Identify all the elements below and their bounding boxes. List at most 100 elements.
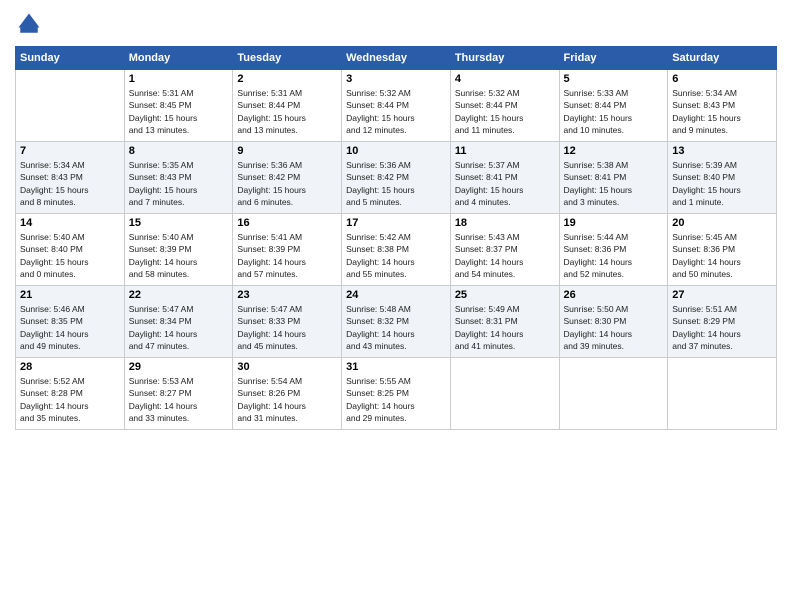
day-info: Sunrise: 5:43 AM Sunset: 8:37 PM Dayligh… — [455, 231, 555, 280]
day-number: 19 — [564, 217, 664, 229]
calendar-cell: 18 Sunrise: 5:43 AM Sunset: 8:37 PM Dayli… — [450, 214, 559, 286]
calendar-cell: 23 Sunrise: 5:47 AM Sunset: 8:33 PM Dayli… — [233, 286, 342, 358]
calendar-cell: 3 Sunrise: 5:32 AM Sunset: 8:44 PM Daylig… — [342, 70, 451, 142]
day-info: Sunrise: 5:47 AM Sunset: 8:34 PM Dayligh… — [129, 303, 229, 352]
calendar-cell: 26 Sunrise: 5:50 AM Sunset: 8:30 PM Dayli… — [559, 286, 668, 358]
day-header-sunday: Sunday — [16, 47, 125, 70]
day-info: Sunrise: 5:51 AM Sunset: 8:29 PM Dayligh… — [672, 303, 772, 352]
calendar-cell: 7 Sunrise: 5:34 AM Sunset: 8:43 PM Daylig… — [16, 142, 125, 214]
calendar-cell: 14 Sunrise: 5:40 AM Sunset: 8:40 PM Dayli… — [16, 214, 125, 286]
day-info: Sunrise: 5:48 AM Sunset: 8:32 PM Dayligh… — [346, 303, 446, 352]
calendar-cell: 24Sunrise: 5:48 AM Sunset: 8:32 PM Dayli… — [342, 286, 451, 358]
day-number: 20 — [672, 217, 772, 229]
day-number: 17 — [346, 217, 446, 229]
day-info: Sunrise: 5:55 AM Sunset: 8:25 PM Dayligh… — [346, 375, 446, 424]
calendar-cell: 6 Sunrise: 5:34 AM Sunset: 8:43 PM Daylig… — [668, 70, 777, 142]
calendar-cell: 21Sunrise: 5:46 AM Sunset: 8:35 PM Dayli… — [16, 286, 125, 358]
day-number: 29 — [129, 361, 229, 373]
day-number: 31 — [346, 361, 446, 373]
day-info: Sunrise: 5:31 AM Sunset: 8:44 PM Dayligh… — [237, 87, 337, 136]
day-info: Sunrise: 5:35 AM Sunset: 8:43 PM Dayligh… — [129, 159, 229, 208]
day-number: 10 — [346, 145, 446, 157]
calendar-week-row: 1 Sunrise: 5:31 AM Sunset: 8:45 PM Daylig… — [16, 70, 777, 142]
day-number: 7 — [20, 145, 120, 157]
day-header-monday: Monday — [124, 47, 233, 70]
day-info: Sunrise: 5:38 AM Sunset: 8:41 PM Dayligh… — [564, 159, 664, 208]
calendar-cell: 1 Sunrise: 5:31 AM Sunset: 8:45 PM Daylig… — [124, 70, 233, 142]
day-info: Sunrise: 5:36 AM Sunset: 8:42 PM Dayligh… — [346, 159, 446, 208]
day-number: 18 — [455, 217, 555, 229]
day-info: Sunrise: 5:52 AM Sunset: 8:28 PM Dayligh… — [20, 375, 120, 424]
calendar-cell: 12 Sunrise: 5:38 AM Sunset: 8:41 PM Dayli… — [559, 142, 668, 214]
day-number: 2 — [237, 73, 337, 85]
day-number: 8 — [129, 145, 229, 157]
day-info: Sunrise: 5:40 AM Sunset: 8:39 PM Dayligh… — [129, 231, 229, 280]
logo — [15, 10, 47, 38]
day-number: 6 — [672, 73, 772, 85]
calendar-table: SundayMondayTuesdayWednesdayThursdayFrid… — [15, 46, 777, 430]
day-info: Sunrise: 5:31 AM Sunset: 8:45 PM Dayligh… — [129, 87, 229, 136]
day-number: 11 — [455, 145, 555, 157]
day-info: Sunrise: 5:45 AM Sunset: 8:36 PM Dayligh… — [672, 231, 772, 280]
day-number: 30 — [237, 361, 337, 373]
day-info: Sunrise: 5:47 AM Sunset: 8:33 PM Dayligh… — [237, 303, 337, 352]
calendar-cell — [668, 358, 777, 430]
day-info: Sunrise: 5:32 AM Sunset: 8:44 PM Dayligh… — [455, 87, 555, 136]
calendar-cell: 31 Sunrise: 5:55 AM Sunset: 8:25 PM Dayli… — [342, 358, 451, 430]
calendar-cell: 11Sunrise: 5:37 AM Sunset: 8:41 PM Dayli… — [450, 142, 559, 214]
day-header-thursday: Thursday — [450, 47, 559, 70]
calendar-cell: 17 Sunrise: 5:42 AM Sunset: 8:38 PM Dayli… — [342, 214, 451, 286]
calendar-cell: 20 Sunrise: 5:45 AM Sunset: 8:36 PM Dayli… — [668, 214, 777, 286]
day-number: 14 — [20, 217, 120, 229]
calendar-cell: 29 Sunrise: 5:53 AM Sunset: 8:27 PM Dayli… — [124, 358, 233, 430]
calendar-cell: 16Sunrise: 5:41 AM Sunset: 8:39 PM Dayli… — [233, 214, 342, 286]
calendar-cell: 27 Sunrise: 5:51 AM Sunset: 8:29 PM Dayli… — [668, 286, 777, 358]
day-info: Sunrise: 5:53 AM Sunset: 8:27 PM Dayligh… — [129, 375, 229, 424]
day-number: 12 — [564, 145, 664, 157]
day-number: 5 — [564, 73, 664, 85]
calendar-week-row: 21Sunrise: 5:46 AM Sunset: 8:35 PM Dayli… — [16, 286, 777, 358]
day-number: 1 — [129, 73, 229, 85]
day-info: Sunrise: 5:41 AM Sunset: 8:39 PM Dayligh… — [237, 231, 337, 280]
calendar-cell: 9Sunrise: 5:36 AM Sunset: 8:42 PM Daylig… — [233, 142, 342, 214]
day-info: Sunrise: 5:42 AM Sunset: 8:38 PM Dayligh… — [346, 231, 446, 280]
day-info: Sunrise: 5:39 AM Sunset: 8:40 PM Dayligh… — [672, 159, 772, 208]
day-info: Sunrise: 5:50 AM Sunset: 8:30 PM Dayligh… — [564, 303, 664, 352]
day-info: Sunrise: 5:49 AM Sunset: 8:31 PM Dayligh… — [455, 303, 555, 352]
day-info: Sunrise: 5:54 AM Sunset: 8:26 PM Dayligh… — [237, 375, 337, 424]
header — [15, 10, 777, 38]
day-number: 22 — [129, 289, 229, 301]
day-header-wednesday: Wednesday — [342, 47, 451, 70]
calendar-week-row: 7 Sunrise: 5:34 AM Sunset: 8:43 PM Daylig… — [16, 142, 777, 214]
day-number: 3 — [346, 73, 446, 85]
calendar-cell: 10 Sunrise: 5:36 AM Sunset: 8:42 PM Dayli… — [342, 142, 451, 214]
day-info: Sunrise: 5:33 AM Sunset: 8:44 PM Dayligh… — [564, 87, 664, 136]
day-info: Sunrise: 5:44 AM Sunset: 8:36 PM Dayligh… — [564, 231, 664, 280]
calendar-cell: 2 Sunrise: 5:31 AM Sunset: 8:44 PM Daylig… — [233, 70, 342, 142]
calendar-cell: 5 Sunrise: 5:33 AM Sunset: 8:44 PM Daylig… — [559, 70, 668, 142]
day-number: 28 — [20, 361, 120, 373]
calendar-cell: 13Sunrise: 5:39 AM Sunset: 8:40 PM Dayli… — [668, 142, 777, 214]
calendar-cell: 8 Sunrise: 5:35 AM Sunset: 8:43 PM Daylig… — [124, 142, 233, 214]
day-header-friday: Friday — [559, 47, 668, 70]
day-info: Sunrise: 5:40 AM Sunset: 8:40 PM Dayligh… — [20, 231, 120, 280]
logo-icon — [15, 10, 43, 38]
day-number: 27 — [672, 289, 772, 301]
calendar-cell: 28 Sunrise: 5:52 AM Sunset: 8:28 PM Dayli… — [16, 358, 125, 430]
day-info: Sunrise: 5:32 AM Sunset: 8:44 PM Dayligh… — [346, 87, 446, 136]
day-number: 21 — [20, 289, 120, 301]
calendar-cell — [559, 358, 668, 430]
calendar-cell: 15Sunrise: 5:40 AM Sunset: 8:39 PM Dayli… — [124, 214, 233, 286]
calendar-cell: 22 Sunrise: 5:47 AM Sunset: 8:34 PM Dayli… — [124, 286, 233, 358]
day-info: Sunrise: 5:34 AM Sunset: 8:43 PM Dayligh… — [20, 159, 120, 208]
day-number: 23 — [237, 289, 337, 301]
day-header-tuesday: Tuesday — [233, 47, 342, 70]
day-number: 9 — [237, 145, 337, 157]
calendar-header-row: SundayMondayTuesdayWednesdayThursdayFrid… — [16, 47, 777, 70]
day-info: Sunrise: 5:34 AM Sunset: 8:43 PM Dayligh… — [672, 87, 772, 136]
day-number: 26 — [564, 289, 664, 301]
calendar-cell — [450, 358, 559, 430]
calendar-week-row: 28 Sunrise: 5:52 AM Sunset: 8:28 PM Dayli… — [16, 358, 777, 430]
day-header-saturday: Saturday — [668, 47, 777, 70]
day-number: 25 — [455, 289, 555, 301]
